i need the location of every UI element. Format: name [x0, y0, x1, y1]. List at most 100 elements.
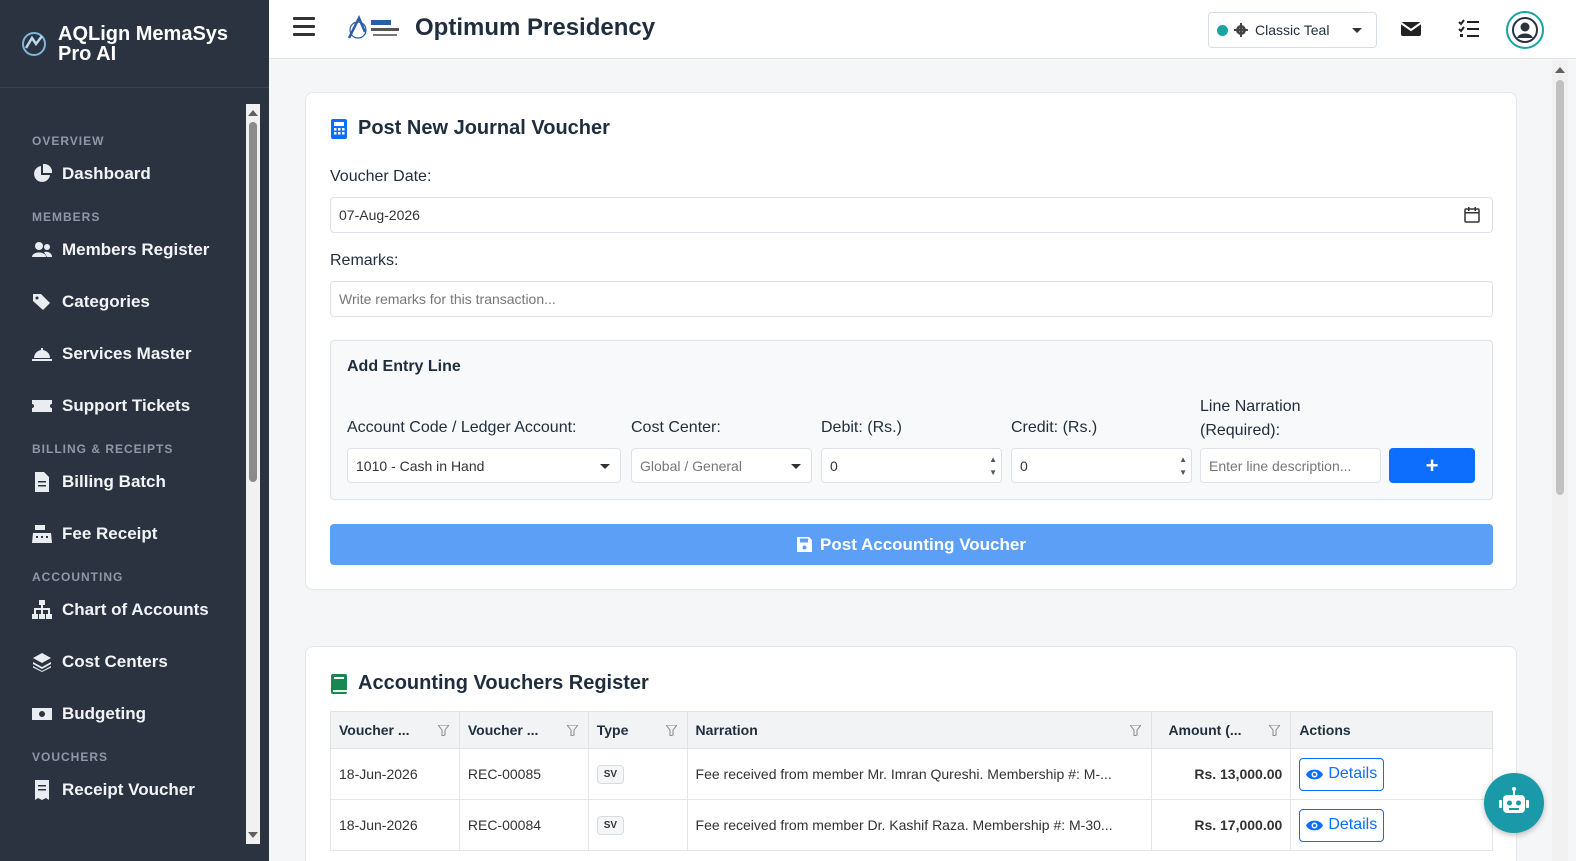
money-bill-icon	[32, 708, 52, 720]
app-name: AQLign MemaSys Pro AI	[58, 22, 229, 65]
remarks-field[interactable]: Write remarks for this transaction...	[330, 281, 1493, 317]
sidebar-item-members-register[interactable]: Members Register	[0, 224, 261, 276]
sidebar-item-label: Receipt Voucher	[62, 780, 195, 799]
sidebar-item-chart-of-accounts[interactable]: Chart of Accounts	[0, 584, 261, 636]
user-icon	[1512, 17, 1538, 43]
sidebar-menu: OVERVIEW Dashboard MEMBERS Members Regis…	[0, 104, 261, 844]
filter-icon[interactable]	[1269, 725, 1281, 736]
column-header-label: Type	[596, 722, 629, 738]
add-entry-line-button[interactable]: +	[1389, 448, 1475, 483]
post-voucher-label: Post Accounting Voucher	[820, 534, 1026, 554]
column-header-label: Voucher ...	[339, 722, 410, 738]
remarks-placeholder: Write remarks for this transaction...	[339, 291, 556, 307]
column-header-label: Actions	[1299, 722, 1351, 738]
column-header-label: Amount (...	[1168, 722, 1242, 738]
cell-narration: Fee received from member Mr. Imran Qures…	[686, 748, 1153, 800]
cell-voucher-no: REC-00085	[458, 748, 589, 800]
cell-type: SV	[587, 799, 688, 851]
voucher-date-value: 07-Aug-2026	[339, 207, 420, 223]
sidebar-item-label: Chart of Accounts	[62, 600, 209, 619]
debit-input[interactable]: 0 ▲ ▼	[821, 448, 1002, 483]
post-voucher-button[interactable]: Post Accounting Voucher	[330, 524, 1493, 565]
sidebar-item-billing-batch[interactable]: Billing Batch	[0, 456, 261, 508]
sidebar-item-support-tickets[interactable]: Support Tickets	[0, 380, 261, 432]
book-icon	[331, 673, 347, 694]
theme-select[interactable]: Classic Teal	[1208, 12, 1377, 48]
debit-label: Debit: (Rs.)	[821, 419, 902, 436]
main-scrollbar[interactable]	[1552, 60, 1568, 861]
calendar-icon[interactable]	[1464, 207, 1480, 223]
table-row: 18-Jun-2026 REC-00084 SV Fee received fr…	[330, 799, 1493, 851]
account-label: Account Code / Ledger Account:	[347, 419, 577, 436]
eye-icon	[1306, 769, 1324, 779]
column-header-type[interactable]: Type	[587, 711, 688, 749]
number-spinner-icon[interactable]: ▲ ▼	[989, 453, 997, 479]
chevron-down-icon	[1352, 28, 1362, 33]
filter-icon[interactable]	[665, 725, 677, 736]
sidebar-scrollbar[interactable]	[246, 104, 260, 844]
remarks-label: Remarks:	[330, 252, 399, 269]
cell-type: SV	[587, 748, 688, 800]
service-bell-icon	[32, 348, 52, 361]
cell-amount: Rs. 17,000.00	[1151, 799, 1292, 851]
sidebar-item-receipt-voucher[interactable]: Receipt Voucher	[0, 764, 261, 816]
chatbot-button[interactable]	[1484, 773, 1544, 833]
cell-voucher-no: REC-00084	[458, 799, 589, 851]
filter-icon[interactable]	[1130, 725, 1142, 736]
account-select-value: 1010 - Cash in Hand	[356, 457, 485, 474]
brand[interactable]: AQLign MemaSys Pro AI	[0, 0, 269, 88]
sidebar-item-budgeting[interactable]: Budgeting	[0, 688, 261, 740]
org-logo-icon	[347, 15, 399, 39]
column-header-label: Voucher ...	[467, 722, 539, 738]
section-billing: BILLING & RECEIPTS	[32, 442, 174, 456]
column-header-narration[interactable]: Narration	[686, 711, 1153, 749]
sidebar-item-services-master[interactable]: Services Master	[0, 328, 261, 380]
column-header-amount[interactable]: Amount (...	[1151, 711, 1292, 749]
column-header-voucher-date[interactable]: Voucher ...	[330, 711, 460, 749]
top-bar: Optimum Presidency Classic Teal	[269, 0, 1576, 59]
scroll-up-arrow-icon[interactable]	[1555, 67, 1565, 73]
details-button[interactable]: Details	[1299, 808, 1385, 842]
sidebar-item-fee-receipt[interactable]: Fee Receipt	[0, 508, 261, 560]
brand-logo-icon	[22, 31, 46, 56]
filter-icon[interactable]	[566, 725, 578, 736]
cash-register-icon	[32, 525, 52, 543]
column-header-voucher-no[interactable]: Voucher ...	[458, 711, 589, 749]
sidebar-item-dashboard[interactable]: Dashboard	[0, 148, 261, 200]
filter-icon[interactable]	[437, 725, 449, 736]
details-button[interactable]: Details	[1299, 757, 1385, 791]
cost-center-select[interactable]: Global / General	[631, 448, 812, 483]
voucher-date-label: Voucher Date:	[330, 168, 432, 185]
cell-actions: Details	[1290, 748, 1493, 800]
vouchers-table: Voucher ... Voucher ... Type Narration A…	[330, 711, 1493, 851]
task-list-icon[interactable]	[1457, 17, 1481, 41]
scroll-up-arrow-icon[interactable]	[248, 110, 258, 116]
voucher-date-field[interactable]: 07-Aug-2026	[330, 197, 1493, 233]
ticket-icon	[32, 400, 52, 412]
user-avatar[interactable]	[1506, 11, 1544, 49]
cell-date: 18-Jun-2026	[330, 799, 460, 851]
gear-icon	[1234, 23, 1248, 37]
mail-icon[interactable]	[1399, 17, 1423, 41]
scroll-down-arrow-icon[interactable]	[248, 832, 258, 838]
sidebar-item-label: Categories	[62, 292, 150, 311]
details-button-label: Details	[1328, 816, 1378, 833]
line-narration-label-line1: Line Narration	[1200, 398, 1301, 415]
sidebar-item-cost-centers[interactable]: Cost Centers	[0, 636, 261, 688]
sidebar-item-label: Billing Batch	[62, 472, 166, 491]
credit-input[interactable]: 0 ▲ ▼	[1011, 448, 1192, 483]
line-narration-input[interactable]: Enter line description...	[1200, 448, 1381, 483]
sidebar-item-label: Cost Centers	[62, 652, 168, 671]
card-title-text: Post New Journal Voucher	[358, 117, 610, 139]
section-accounting: ACCOUNTING	[32, 570, 124, 584]
number-spinner-icon[interactable]: ▲ ▼	[1179, 453, 1187, 479]
chevron-down-icon	[600, 464, 610, 469]
sidebar-item-label: Budgeting	[62, 704, 147, 723]
theme-select-value: Classic Teal	[1255, 22, 1330, 38]
menu-toggle-icon[interactable]	[293, 17, 315, 37]
scrollbar-thumb[interactable]	[1556, 80, 1564, 495]
sidebar-item-categories[interactable]: Categories	[0, 276, 261, 328]
account-select[interactable]: 1010 - Cash in Hand	[347, 448, 621, 483]
scrollbar-thumb[interactable]	[249, 122, 257, 482]
sidebar-item-label: Dashboard	[62, 164, 151, 183]
